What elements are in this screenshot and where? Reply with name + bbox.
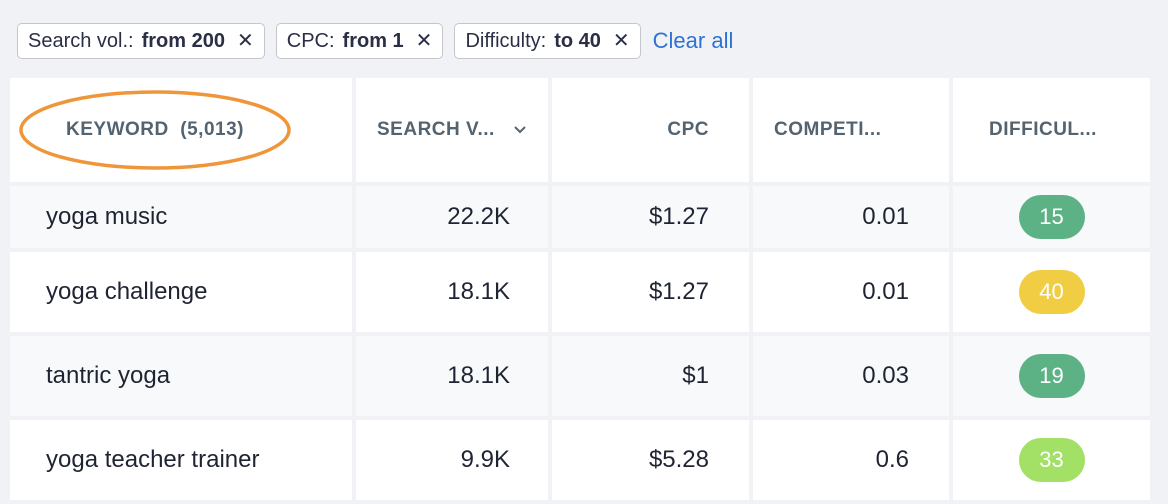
column-header-cpc[interactable]: CPC <box>552 78 749 182</box>
keywords-table: KEYWORD (5,013) SEARCH V... CPC COMPETI.… <box>10 78 1150 504</box>
table-header: KEYWORD (5,013) SEARCH V... CPC COMPETI.… <box>10 78 1150 182</box>
difficulty-badge: 33 <box>1018 438 1085 482</box>
competition-cell: 0.01 <box>753 252 949 332</box>
search-volume-cell: 22.2K <box>356 186 548 248</box>
difficulty-column-label: DIFFICUL... <box>989 119 1097 140</box>
filter-chip-search-volume[interactable]: Search vol.: from 200 ✕ <box>17 23 265 59</box>
filter-value: from 200 <box>141 29 225 52</box>
difficulty-cell: 19 <box>953 336 1150 416</box>
filter-value: to 40 <box>554 29 601 52</box>
clear-all-link[interactable]: Clear all <box>653 28 734 54</box>
difficulty-badge: 19 <box>1018 354 1085 398</box>
keyword-cell[interactable]: yoga challenge <box>10 252 352 332</box>
keyword-count-highlight: KEYWORD (5,013) <box>18 88 292 172</box>
close-icon[interactable]: ✕ <box>613 31 630 51</box>
filter-chip-cpc[interactable]: CPC: from 1 ✕ <box>275 23 444 59</box>
keyword-column-label: KEYWORD (5,013) <box>66 119 244 140</box>
filter-label: Difficulty: <box>465 29 547 52</box>
close-icon[interactable]: ✕ <box>416 31 433 51</box>
close-icon[interactable]: ✕ <box>237 31 254 51</box>
difficulty-cell: 15 <box>953 186 1150 248</box>
filter-label: Search vol.: <box>28 29 134 52</box>
column-header-keyword[interactable]: KEYWORD (5,013) <box>10 78 352 182</box>
column-header-difficulty[interactable]: DIFFICUL... <box>953 78 1150 182</box>
search-volume-cell: 18.1K <box>356 252 548 332</box>
search-volume-cell: 18.1K <box>356 336 548 416</box>
keyword-cell[interactable]: yoga music <box>10 186 352 248</box>
column-header-search-volume[interactable]: SEARCH V... <box>356 78 548 182</box>
keyword-cell[interactable]: yoga teacher trainer <box>10 420 352 500</box>
cpc-cell: $1 <box>552 336 749 416</box>
table-row[interactable]: yoga music 22.2K $1.27 0.01 15 <box>10 186 1150 248</box>
cpc-cell: $1.27 <box>552 186 749 248</box>
column-header-competition[interactable]: COMPETI... <box>753 78 949 182</box>
difficulty-badge: 40 <box>1018 270 1085 314</box>
cpc-cell: $1.27 <box>552 252 749 332</box>
filter-label: CPC: <box>286 29 335 52</box>
competition-column-label: COMPETI... <box>774 119 882 140</box>
chevron-down-icon[interactable] <box>513 125 527 135</box>
active-filters: Search vol.: from 200 ✕ CPC: from 1 ✕ Di… <box>17 23 733 59</box>
competition-cell: 0.03 <box>753 336 949 416</box>
table-row[interactable]: yoga challenge 18.1K $1.27 0.01 40 <box>10 252 1150 332</box>
filter-value: from 1 <box>342 29 404 52</box>
cpc-cell: $5.28 <box>552 420 749 500</box>
difficulty-cell: 40 <box>953 252 1150 332</box>
table-row[interactable]: yoga teacher trainer 9.9K $5.28 0.6 33 <box>10 420 1150 500</box>
keyword-cell[interactable]: tantric yoga <box>10 336 352 416</box>
difficulty-cell: 33 <box>953 420 1150 500</box>
table-row[interactable]: tantric yoga 18.1K $1 0.03 19 <box>10 336 1150 416</box>
search-volume-column-label: SEARCH V... <box>377 119 495 140</box>
competition-cell: 0.01 <box>753 186 949 248</box>
competition-cell: 0.6 <box>753 420 949 500</box>
search-volume-cell: 9.9K <box>356 420 548 500</box>
difficulty-badge: 15 <box>1018 195 1085 239</box>
cpc-column-label: CPC <box>667 119 709 140</box>
filter-chip-difficulty[interactable]: Difficulty: to 40 ✕ <box>454 23 641 59</box>
